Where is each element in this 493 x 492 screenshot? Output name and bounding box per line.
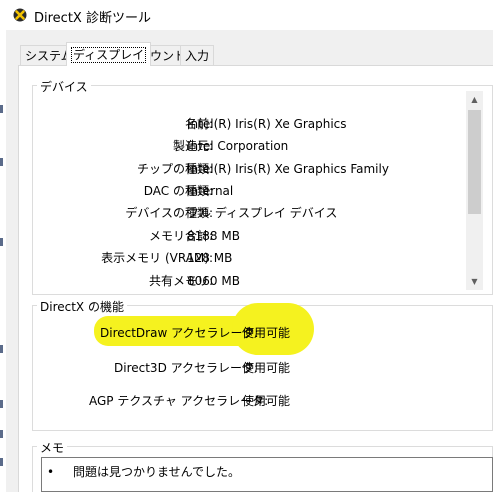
notes-item: • 問題は見つかりませんでした。 (47, 463, 240, 480)
device-row-total-memory: メモリ合計: 8188 MB (33, 227, 485, 245)
bullet-icon: • (47, 465, 55, 479)
directx-x-icon (13, 8, 27, 22)
agp-texture-value: 使用可能 (242, 394, 291, 408)
device-row-shared-memory: 共有メモリ: 8060 MB (33, 272, 485, 290)
device-row-name: 名前: Intel(R) Iris(R) Xe Graphics (33, 115, 485, 133)
device-row-device-type: デバイスの種類: フル ディスプレイ デバイス (33, 204, 485, 222)
device-value: Internal (187, 184, 234, 198)
device-value: Intel Corporation (187, 139, 289, 153)
tab-label: 入力 (185, 49, 210, 63)
device-value: Intel(R) Iris(R) Xe Graphics Family (187, 162, 389, 176)
device-value: 8188 MB (187, 229, 240, 243)
device-value: 128 MB (187, 251, 233, 265)
notes-item-text: 問題は見つかりませんでした。 (73, 465, 241, 479)
tab-input[interactable]: 入力 (180, 45, 215, 65)
device-value: Intel(R) Iris(R) Xe Graphics (187, 117, 347, 131)
scroll-up-arrow-icon[interactable]: ▲ (466, 91, 483, 108)
device-row-manufacturer: 製造元: Intel Corporation (33, 137, 485, 155)
directdraw-value: 使用可能 (242, 326, 291, 340)
window-title: DirectX 診断ツール (34, 11, 151, 26)
notes-textbox[interactable]: • 問題は見つかりませんでした。 (41, 457, 493, 492)
device-value: 8060 MB (187, 274, 240, 288)
directx-features-heading: DirectX の機能 (37, 298, 127, 315)
title-bar[interactable]: DirectX 診断ツール (0, 0, 493, 30)
direct3d-label: Direct3D アクセラレータ: (114, 361, 259, 375)
direct3d-value: 使用可能 (242, 361, 291, 375)
notes-heading: メモ (37, 439, 68, 456)
scroll-down-arrow-icon[interactable]: ▼ (466, 273, 483, 290)
device-list-scrollbar[interactable]: ▲ ▼ (466, 91, 483, 290)
directdraw-label: DirectDraw アクセラレータ: (100, 326, 259, 340)
device-value: フル ディスプレイ デバイス (187, 206, 338, 220)
tab-display[interactable]: ディスプレイ (66, 42, 152, 66)
device-row-vram: 表示メモリ (VRAM): 128 MB (33, 249, 485, 267)
device-row-chip-type: チップの種類: Intel(R) Iris(R) Xe Graphics Fam… (33, 160, 485, 178)
device-info-list[interactable]: 名前: Intel(R) Iris(R) Xe Graphics 製造元: In… (33, 91, 485, 290)
device-row-dac-type: DAC の種類: Internal (33, 182, 485, 200)
scrollbar-thumb[interactable] (468, 110, 481, 214)
tab-label: ディスプレイ (71, 47, 147, 63)
